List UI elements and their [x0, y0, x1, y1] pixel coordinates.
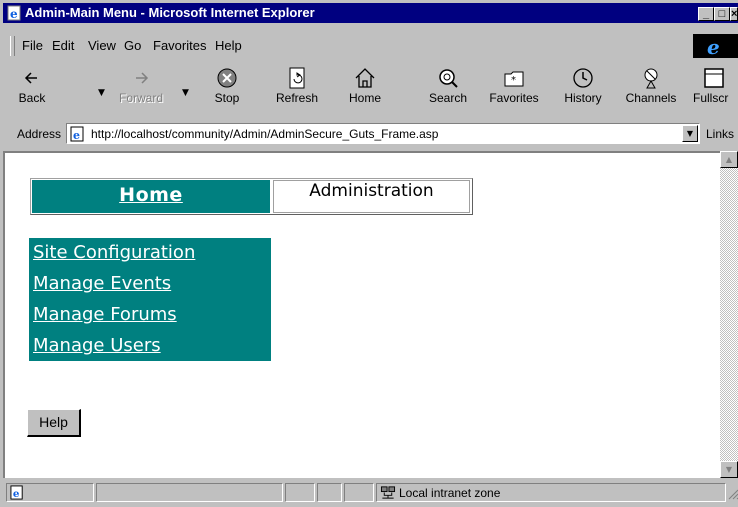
- ie-logo-icon: e: [707, 35, 720, 59]
- refresh-button[interactable]: Refresh: [269, 62, 325, 114]
- menu-file[interactable]: File: [22, 38, 43, 53]
- channels-button[interactable]: Channels: [618, 62, 684, 114]
- forward-arrow-icon: [136, 72, 149, 84]
- menu-view[interactable]: View: [88, 38, 116, 53]
- home-link[interactable]: Home: [119, 184, 183, 206]
- nav-home-cell: Home: [32, 180, 270, 213]
- page-content: Home Administration Site Configuration M…: [3, 151, 720, 478]
- history-button[interactable]: History: [557, 62, 609, 114]
- menu-edit[interactable]: Edit: [52, 38, 74, 53]
- menu-favorites[interactable]: Favorites: [153, 38, 206, 53]
- nav-administration-cell: Administration: [273, 180, 470, 213]
- back-label: Back: [18, 91, 46, 105]
- fullscreen-icon: [704, 68, 724, 88]
- home-icon: [355, 68, 375, 88]
- status-pane-5: [344, 483, 374, 502]
- intranet-zone-icon: [380, 486, 396, 499]
- browser-window: e Admin-Main Menu - Microsoft Internet E…: [0, 0, 738, 507]
- address-label: Address: [17, 127, 62, 141]
- scroll-up-icon[interactable]: ▲: [720, 151, 738, 168]
- nav-table: Home Administration: [30, 178, 473, 215]
- toolbar: Back ▼ Forward ▼ Stop Refresh Home Searc…: [3, 62, 738, 120]
- ie-logo: e: [693, 34, 738, 59]
- history-label: History: [564, 91, 602, 105]
- vertical-scrollbar[interactable]: ▲ ▼: [720, 151, 738, 478]
- back-button[interactable]: Back: [12, 62, 52, 114]
- forward-button[interactable]: Forward: [112, 62, 170, 114]
- manage-forums-link[interactable]: Manage Forums: [33, 304, 177, 325]
- address-input[interactable]: e http://localhost/community/Admin/Admin…: [66, 123, 700, 144]
- search-icon: [439, 69, 458, 88]
- back-dropdown-icon[interactable]: ▼: [98, 88, 105, 98]
- channels-label: Channels: [625, 91, 677, 105]
- history-icon: [573, 68, 593, 88]
- address-dropdown-icon[interactable]: ▼: [682, 125, 698, 142]
- manage-users-link[interactable]: Manage Users: [33, 335, 161, 356]
- forward-label: Forward: [118, 91, 163, 105]
- status-zone-pane: Local intranet zone: [376, 483, 726, 502]
- stop-icon: [217, 68, 237, 88]
- search-label: Search: [428, 91, 468, 105]
- status-progress-pane: [96, 483, 283, 502]
- refresh-label: Refresh: [275, 91, 319, 105]
- links-button[interactable]: Links: [706, 127, 734, 141]
- maximize-button[interactable]: □: [714, 7, 730, 21]
- svg-text:e: e: [13, 488, 20, 500]
- stop-button[interactable]: Stop: [207, 62, 247, 114]
- address-bar: Address e http://localhost/community/Adm…: [3, 122, 738, 147]
- menu-go[interactable]: Go: [124, 38, 141, 53]
- svg-text:e: e: [10, 7, 18, 21]
- close-button[interactable]: ×: [730, 7, 738, 21]
- manage-events-link[interactable]: Manage Events: [33, 273, 171, 294]
- home-label: Home: [348, 91, 381, 105]
- svg-text:*: *: [511, 75, 516, 86]
- resize-grip-icon[interactable]: [727, 488, 738, 500]
- status-page-icon: e: [10, 485, 23, 500]
- title-bar: e Admin-Main Menu - Microsoft Internet E…: [3, 3, 738, 23]
- status-main-pane: e: [6, 483, 94, 502]
- favorites-label: Favorites: [489, 91, 539, 105]
- zone-text: Local intranet zone: [399, 486, 501, 500]
- stop-label: Stop: [214, 91, 240, 105]
- forward-dropdown-icon[interactable]: ▼: [182, 88, 189, 98]
- search-button[interactable]: Search: [423, 62, 473, 114]
- menubar-grip: [10, 36, 15, 56]
- favorites-button[interactable]: * Favorites: [482, 62, 546, 114]
- channels-satellite-icon: [644, 68, 658, 89]
- status-pane-4: [317, 483, 342, 502]
- refresh-icon: [289, 67, 305, 89]
- back-arrow-icon: [24, 72, 37, 84]
- favorites-folder-icon: *: [504, 71, 524, 87]
- menu-help[interactable]: Help: [215, 38, 242, 53]
- menu-bar: File Edit View Go Favorites Help: [3, 34, 738, 58]
- svg-text:e: e: [73, 129, 80, 142]
- ie-page-icon: e: [7, 5, 21, 21]
- help-button[interactable]: Help: [27, 409, 81, 437]
- scroll-down-icon[interactable]: ▼: [720, 461, 738, 478]
- fullscreen-label: Fullscr: [693, 91, 729, 105]
- status-pane-3: [285, 483, 315, 502]
- home-button[interactable]: Home: [343, 62, 387, 114]
- window-title: Admin-Main Menu - Microsoft Internet Exp…: [25, 5, 315, 20]
- site-configuration-link[interactable]: Site Configuration: [33, 242, 195, 263]
- address-url: http://localhost/community/Admin/AdminSe…: [91, 127, 439, 141]
- admin-menu: Site Configuration Manage Events Manage …: [29, 238, 271, 361]
- fullscreen-button[interactable]: Fullscr: [693, 62, 738, 114]
- page-icon: e: [70, 126, 84, 142]
- minimize-button[interactable]: _: [698, 7, 714, 21]
- status-bar: e Local intranet zone: [3, 480, 738, 504]
